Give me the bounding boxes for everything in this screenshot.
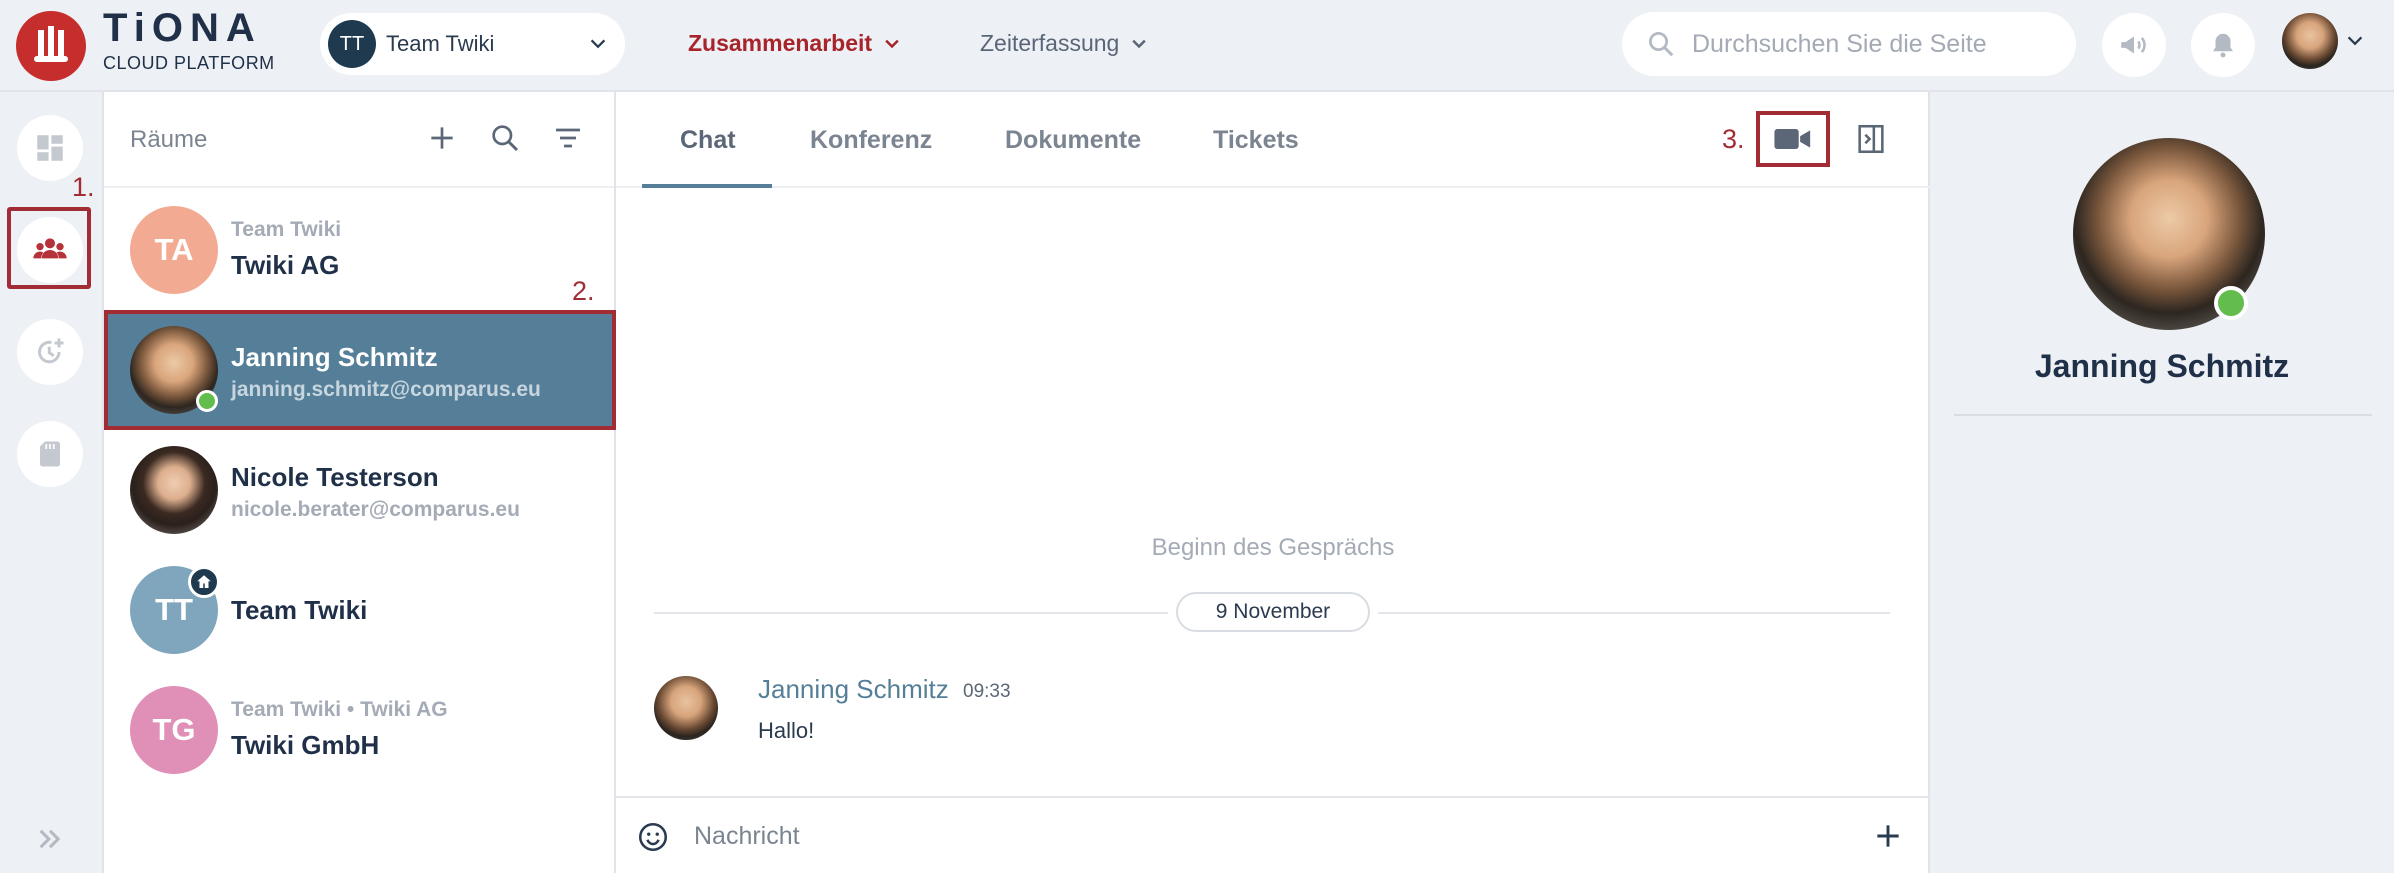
user-avatar [2282,13,2338,69]
conversation-start-label: Beginn des Gesprächs [1151,534,1395,561]
room-subtitle: Team Twiki • Twiki AG [231,698,448,721]
team-avatar: TT [328,20,376,68]
left-rail: 1. [0,92,104,873]
video-call-button[interactable] [1756,111,1830,167]
step-2-highlight [104,310,616,430]
room-avatar: TG [130,686,218,774]
bell-icon [2213,33,2233,58]
room-subtitle: Team Twiki [231,218,342,241]
rooms-header: Räume [104,92,614,188]
message-avatar [654,676,718,740]
search-icon [1649,32,1674,57]
tab-chat[interactable]: Chat [680,126,736,155]
message-input[interactable]: Nachricht [694,822,800,851]
room-email: nicole.berater@comparus.eu [231,498,520,521]
dashboard-icon [37,135,63,161]
chevron-down-icon [2347,36,2363,46]
message-author[interactable]: Janning Schmitz [758,674,949,705]
message-time: 09:33 [963,681,1011,702]
search-input[interactable]: Durchsuchen Sie die Seite [1622,12,2076,76]
team-name: Team Twiki [386,31,495,56]
room-avatar [130,446,218,534]
home-icon [197,575,211,588]
tiona-logo[interactable] [16,11,86,81]
date-divider-left [654,612,1168,614]
rooms-panel: Räume TA Team Twiki Twiki AG Janning Sch… [104,92,616,873]
room-title: Team Twiki [231,595,368,625]
plus-icon[interactable] [1872,820,1904,852]
side-panel-icon [1858,124,1884,154]
step-1-highlight [7,207,91,289]
logo-mark-icon [34,26,68,62]
active-tab-indicator [642,184,772,188]
message-composer: Nachricht [616,796,1930,873]
expand-sidebar-button[interactable] [36,825,64,858]
step-3-label: 3. [1722,124,1745,154]
home-badge [188,566,220,598]
brand-title: TiONA [103,6,262,50]
room-avatar: TA [130,206,218,294]
online-status-dot [2214,286,2248,320]
message-text: Hallo! [758,718,815,743]
team-selector[interactable]: TT Team Twiki [320,13,625,75]
sort-icon[interactable] [552,122,584,154]
chat-tabs: Chat Konferenz Dokumente Tickets 3. [616,92,1930,188]
megaphone-icon [2121,36,2146,54]
chat-panel: Chat Konferenz Dokumente Tickets 3. Begi… [616,92,1930,873]
search-placeholder: Durchsuchen Sie die Seite [1692,29,1987,58]
toggle-side-panel-button[interactable] [1854,122,1888,161]
top-bar: TiONA CLOUD PLATFORM TT Team Twiki Zusam… [0,0,2394,92]
room-item[interactable]: TA Team Twiki Twiki AG [104,190,616,310]
nav-label: Zusammenarbeit [688,30,873,56]
sd-card-icon [40,441,60,467]
rail-time-tracking[interactable] [17,319,83,385]
double-chevron-right-icon [39,829,61,849]
chevron-down-icon [590,39,606,49]
step-1-label: 1. [72,172,95,202]
user-menu[interactable] [2282,13,2366,69]
nav-label: Zeiterfassung [980,30,1120,56]
room-title: Twiki GmbH [231,730,380,760]
profile-panel: Janning Schmitz [1930,92,2394,873]
room-title: Twiki AG [231,250,340,280]
room-title: Nicole Testerson [231,462,439,492]
search-icon[interactable] [489,122,521,154]
chevron-down-icon [885,39,899,48]
video-camera-icon [1774,129,1811,149]
notifications-button[interactable] [2191,13,2255,77]
tab-konferenz[interactable]: Konferenz [810,126,932,155]
chevron-down-icon [1132,39,1147,48]
tab-tickets[interactable]: Tickets [1213,126,1299,155]
profile-name: Janning Schmitz [2034,348,2290,384]
tab-dokumente[interactable]: Dokumente [1005,126,1141,155]
nav-zeiterfassung[interactable]: Zeiterfassung [980,30,1149,57]
plus-icon[interactable] [426,122,458,154]
rail-storage[interactable] [17,421,83,487]
date-divider-right [1378,612,1890,614]
rooms-title: Räume [130,126,208,153]
nav-zusammenarbeit[interactable]: Zusammenarbeit [688,30,902,57]
room-item[interactable]: Nicole Testerson nicole.berater@comparus… [104,430,616,550]
brand-subtitle: CLOUD PLATFORM [103,53,275,73]
announcements-button[interactable] [2102,13,2166,77]
step-2-label: 2. [572,276,595,306]
room-item[interactable]: TT Team Twiki [104,550,616,670]
profile-divider [1954,414,2372,416]
emoji-icon[interactable] [636,820,670,854]
date-separator: 9 November [1176,592,1370,632]
room-item[interactable]: TG Team Twiki • Twiki AG Twiki GmbH [104,670,616,790]
clock-add-icon [38,338,64,364]
